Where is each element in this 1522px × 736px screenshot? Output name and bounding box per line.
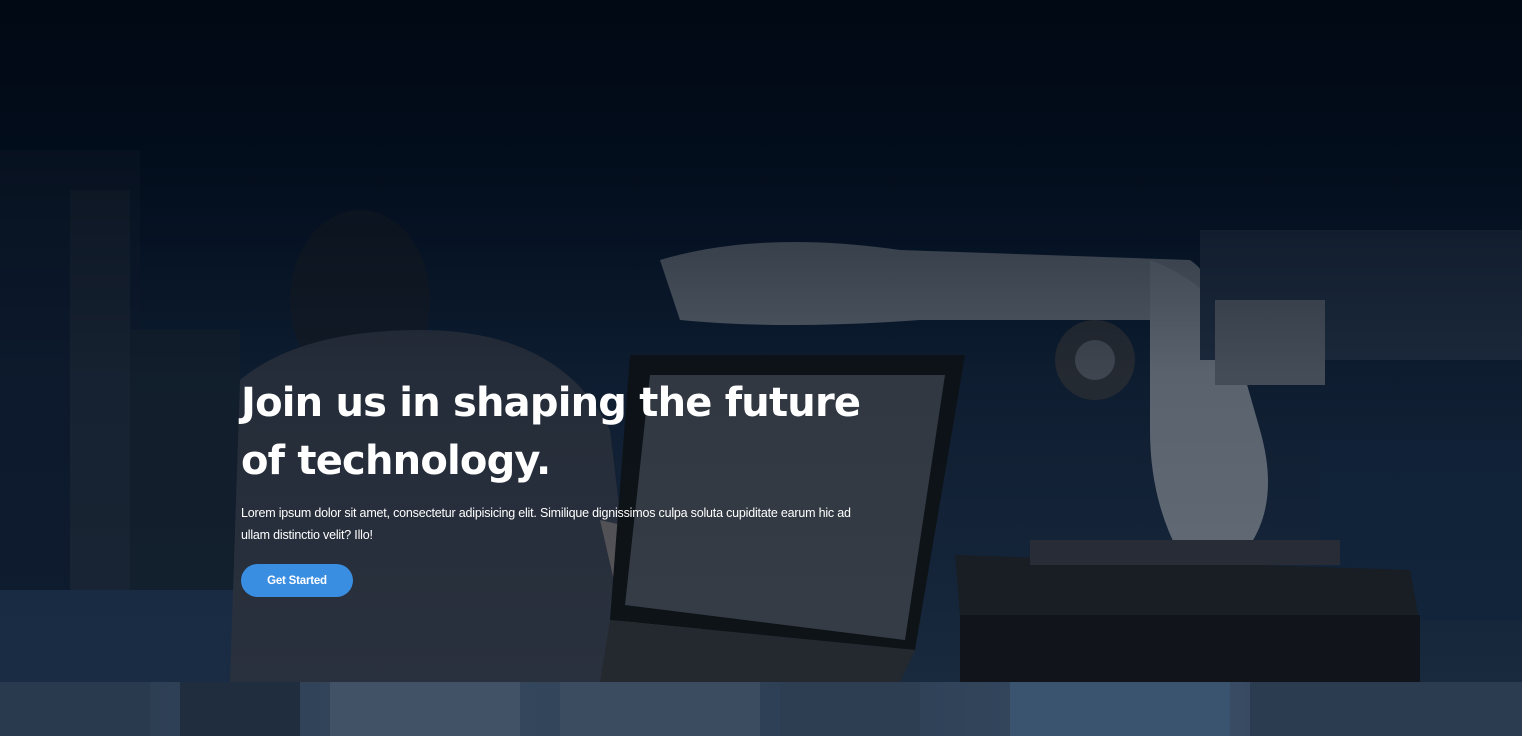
hero-section: Join us in shaping the future of technol… [0,0,1522,682]
next-section-background-image [0,682,1522,736]
hero-content: Join us in shaping the future of technol… [241,374,881,597]
hero-description: Lorem ipsum dolor sit amet, consectetur … [241,506,851,542]
next-section-preview [0,682,1522,736]
hero-headline: Join us in shaping the future of technol… [241,380,861,484]
get-started-button[interactable]: Get Started [241,564,353,597]
hero-background-image [0,150,1522,682]
